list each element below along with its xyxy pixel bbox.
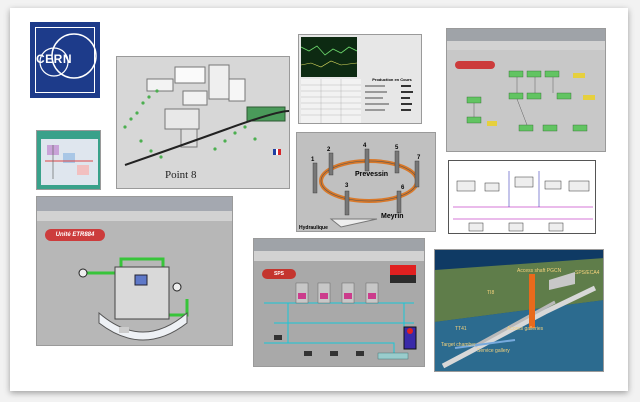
shaft-number: 4	[363, 143, 367, 149]
small-scada-window	[36, 130, 101, 190]
sps-eca4-label: SPS/ECA4	[575, 270, 600, 276]
cern-logo-text: CERN	[36, 52, 73, 66]
service-gallery-label: Service gallery	[477, 348, 510, 354]
trend-chart	[300, 37, 358, 77]
etr-process-diagram	[78, 257, 189, 341]
point8-3d-view: Point 8	[116, 56, 290, 189]
shaft-number: 2	[327, 147, 331, 153]
production-title: Production en Cours	[372, 77, 412, 82]
hydraulics-ring-illustration	[312, 148, 420, 228]
sps-menu-row[interactable]	[254, 251, 424, 261]
shaft-number: 7	[417, 155, 421, 161]
etr-scada-window: Unité ETR884	[36, 196, 233, 346]
production-chart-window: Production en Cours	[298, 34, 422, 124]
shaft-number: 6	[401, 185, 405, 191]
network-diagram-window	[448, 160, 596, 234]
point8-caption: Point 8	[165, 169, 197, 181]
sps-toolbar[interactable]	[254, 239, 424, 251]
meyrin-label: Meyrin	[381, 213, 404, 220]
scada-menu-row[interactable]	[447, 41, 605, 50]
cern-logo: CERN	[30, 22, 100, 98]
target-chamber-label: Target chamber	[441, 342, 476, 348]
production-table-grid	[301, 79, 361, 123]
hydraulics-ring-view: 1 2 3 4 5 6 7 Prevessin Meyrin Hydrauliq…	[296, 132, 436, 232]
point8-buildings-illustration	[123, 64, 289, 166]
shaft-number: 1	[311, 157, 315, 163]
scada-toolbar[interactable]	[447, 29, 605, 41]
cooling-scada-window	[446, 28, 606, 152]
production-table	[301, 79, 361, 123]
small-scada-screen	[41, 139, 98, 185]
tunnel-3d-view: Access shaft PGCN SPS/ECA4 TI8 TT41 Acce…	[434, 249, 604, 372]
access-shaft-label: Access shaft PGCN	[517, 268, 562, 274]
etr-toolbar[interactable]	[37, 197, 232, 211]
small-scada-diagram	[45, 145, 93, 179]
etr-status-row	[37, 211, 232, 221]
network-diagram	[453, 171, 593, 232]
shaft-number: 3	[345, 183, 349, 189]
tt41-label: TT41	[455, 326, 467, 332]
ti8-label: TI8	[487, 290, 495, 296]
production-value-rows	[365, 85, 413, 111]
shaft-number: 5	[395, 145, 399, 151]
trend-lines	[300, 45, 358, 68]
access-galleries-label: Access galleries	[507, 326, 544, 332]
prevessin-label: Prevessin	[355, 171, 389, 178]
cooling-scada-diagram	[455, 61, 595, 132]
sps-process-diagram	[264, 265, 417, 360]
hydraulique-label: Hydraulique	[299, 225, 328, 231]
sps-scada-window: SPS	[253, 238, 425, 367]
